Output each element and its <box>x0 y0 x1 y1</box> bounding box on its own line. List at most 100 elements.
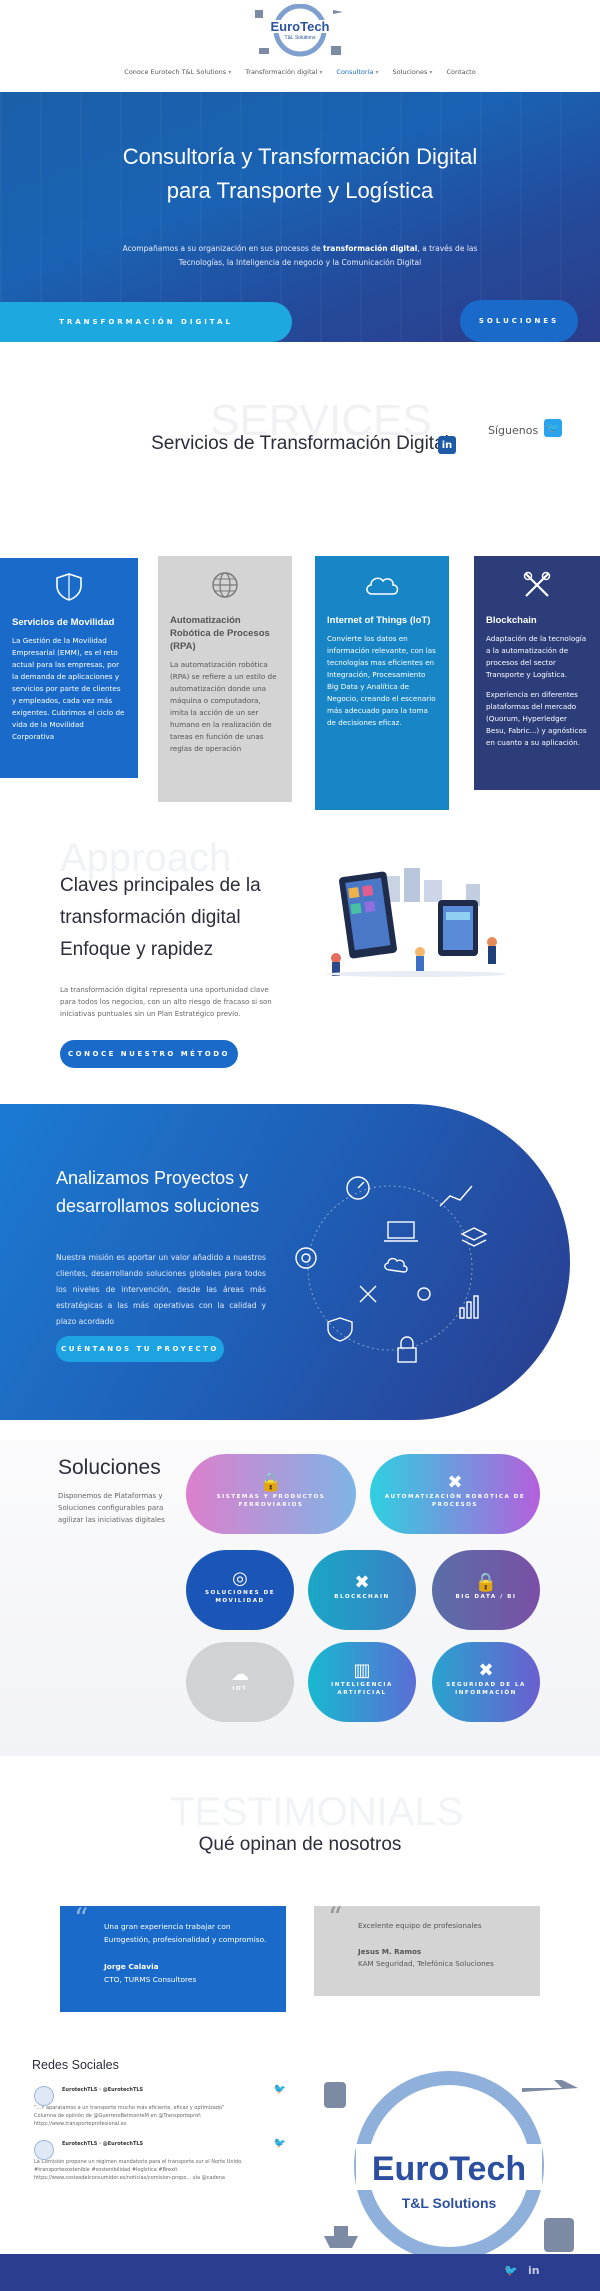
plane-icon <box>333 10 343 14</box>
bus-icon <box>544 2218 574 2252</box>
logo-wordmark: EuroTech <box>372 2150 526 2188</box>
tweet-extra: Columna de opinión de @GuerreroBelmonteM… <box>34 2113 202 2127</box>
service-card-movilidad[interactable]: Servicios de Movilidad La Gestión de la … <box>0 558 138 778</box>
testimonials-watermark: TESTIMONIALS <box>170 1790 464 1834</box>
network-icon <box>295 1247 317 1269</box>
tweet-item[interactable]: 🐦 EurotechTLS · @EurotechTLS “...Y apara… <box>34 2085 286 2128</box>
tweet-handle: EurotechTLS · @EurotechTLS <box>62 2141 144 2147</box>
card-text: Adaptación de la tecnología a la automat… <box>486 634 587 679</box>
testimonial-role: KAM Seguridad, Telefónica Soluciones <box>358 1959 494 1968</box>
nav-item-consultoria[interactable]: Consultoría ▾ <box>336 68 378 84</box>
logo-wordmark: EuroTech <box>271 19 330 34</box>
card-title: Automatización Robótica de Procesos (RPA… <box>170 615 270 652</box>
solution-label: SEGURIDAD DE LA INFORMACIÓN <box>446 1682 526 1696</box>
nav-item-contacto[interactable]: Contacto <box>446 68 475 84</box>
solution-inteligencia-artificial[interactable]: ▥ INTELIGENCIA ARTIFICIAL <box>308 1642 416 1722</box>
testimonial-card: “ Una gran experiencia trabajar con Euro… <box>60 1902 286 2012</box>
tools-icon <box>523 571 551 597</box>
solution-label: SISTEMAS Y PRODUCTOS FERROVIARIOS <box>216 1494 326 1508</box>
testimonial-role: CTO, TURMS Consultores <box>104 1975 197 1984</box>
network-icon: ◎ <box>232 1568 248 1589</box>
testimonial-quote: Una gran experiencia trabajar con Euroge… <box>104 1922 267 1944</box>
shield-icon <box>327 1317 353 1342</box>
tweet-extra: #transportesostenible #sostenibilidad #l… <box>34 2167 225 2181</box>
nav-item-soluciones[interactable]: Soluciones ▾ <box>392 68 432 84</box>
train-icon <box>255 10 263 18</box>
service-card-blockchain[interactable]: Blockchain Adaptación de la tecnología a… <box>474 556 600 790</box>
testimonials-title: Qué opinan de nosotros <box>198 1834 402 1855</box>
twitter-icon[interactable]: 🐦 <box>544 419 562 437</box>
solution-movilidad[interactable]: ◎ SOLUCIONES DE MOVILIDAD <box>186 1550 294 1630</box>
linkedin-icon[interactable]: in <box>528 2264 540 2277</box>
solution-sistemas-ferroviarios[interactable]: 🔒 SISTEMAS Y PRODUCTOS FERROVIARIOS <box>186 1454 356 1534</box>
digital-transformation-illustration <box>326 868 506 977</box>
bus-icon <box>331 46 341 55</box>
hero-title: Consultoría y Transformación Digital par… <box>122 144 478 203</box>
cuentanos-proyecto-button[interactable]: CUÉNTANOS TU PROYECTO <box>56 1336 224 1362</box>
train-icon <box>324 2082 346 2108</box>
avatar <box>34 2086 54 2106</box>
nav-label: Soluciones <box>392 68 428 76</box>
solution-blockchain[interactable]: ✖ BLOCKCHAIN <box>308 1550 416 1630</box>
card-text: Convierte los datos en información relev… <box>327 634 436 727</box>
quote-icon: “ <box>328 1901 343 1934</box>
solution-label: BLOCKCHAIN <box>334 1594 390 1600</box>
solution-iot[interactable]: ☁ IOT <box>186 1642 294 1722</box>
solutions-text: Disponemos de Plataformas y Soluciones c… <box>58 1492 165 1524</box>
chevron-down-icon: ▾ <box>319 69 323 76</box>
tweet-item[interactable]: 🐦 EurotechTLS · @EurotechTLS La Comisión… <box>34 2138 286 2182</box>
card-text: La automatización robótica (RPA) se refi… <box>170 660 277 753</box>
solution-label: BIG DATA / BI <box>455 1594 517 1600</box>
cloud-icon <box>384 1257 408 1273</box>
layers-icon <box>460 1227 488 1247</box>
tweet-text: “...Y aparatamos a un transporte mucho m… <box>34 2105 225 2111</box>
solution-big-data[interactable]: 🔒 BIG DATA / BI <box>432 1550 540 1630</box>
cloud-icon: ☁ <box>231 1664 249 1685</box>
solution-label: SOLUCIONES DE MOVILIDAD <box>204 1590 276 1604</box>
hero-text: Acompañamos a su organización en sus pro… <box>110 242 490 270</box>
approach-title: Claves principales de la transformación … <box>60 875 261 960</box>
nav-item-transformacion[interactable]: Transformación digital ▾ <box>245 68 322 84</box>
approach-text: La transformación digital representa una… <box>60 986 272 1018</box>
twitter-icon[interactable]: 🐦 <box>504 2264 518 2277</box>
card-title: Blockchain <box>486 615 537 626</box>
service-card-rpa[interactable]: Automatización Robótica de Procesos (RPA… <box>158 556 292 802</box>
chevron-down-icon: ▾ <box>429 69 433 76</box>
solution-seguridad-informacion[interactable]: ✖ SEGURIDAD DE LA INFORMACIÓN <box>432 1642 540 1722</box>
brand-logo-large: EuroTech T&L Solutions <box>324 2071 578 2261</box>
shield-icon <box>56 573 82 601</box>
soluciones-button[interactable]: SOLUCIONES <box>460 300 578 342</box>
analysis-title: Analizamos Proyectos y desarrollamos sol… <box>56 1168 260 1216</box>
technology-circle-diagram <box>295 1176 488 1363</box>
linkedin-icon[interactable]: in <box>438 436 456 454</box>
testimonial-author: Jorge Calavia <box>104 1962 159 1971</box>
card-title: Internet of Things (IoT) <box>327 615 431 626</box>
brand-logo[interactable]: EuroTech T&L Solutions <box>255 4 345 60</box>
service-card-iot[interactable]: Internet of Things (IoT) Convierte los d… <box>315 556 449 810</box>
chevron-down-icon: ▾ <box>375 69 379 76</box>
hero-text-part: Acompañamos a su organización en sus pro… <box>122 244 323 253</box>
conoce-metodo-button[interactable]: CONOCE NUESTRO MÉTODO <box>60 1040 238 1068</box>
cloud-icon <box>366 577 399 595</box>
plane-icon <box>522 2080 578 2092</box>
tweet-handle: EurotechTLS · @EurotechTLS <box>62 2087 144 2093</box>
transformacion-digital-button[interactable]: TRANSFORMACIÓN DIGITAL <box>0 302 292 342</box>
lock-icon: 🔒 <box>474 1572 498 1593</box>
tools-icon: ✖ <box>447 1472 463 1493</box>
nav-label: Conoce Eurotech T&L Solutions <box>124 68 227 76</box>
ship-icon <box>259 48 269 54</box>
solution-label: IOT <box>232 1686 248 1692</box>
card-text: La Gestión de la Movilidad Empresarial (… <box>12 636 125 741</box>
nav-item-conoce[interactable]: Conoce Eurotech T&L Solutions ▾ <box>124 68 231 84</box>
solution-automatizacion-robotica[interactable]: ✖ AUTOMATIZACIÓN ROBÓTICA DE PROCESOS <box>370 1454 540 1534</box>
lock-icon <box>397 1347 417 1363</box>
gear-icon <box>417 1287 431 1301</box>
quote-icon: “ <box>74 1902 89 1935</box>
hero-text-bold: transformación digital <box>322 244 418 253</box>
trend-icon <box>439 1185 473 1207</box>
twitter-icon: 🐦 <box>273 2138 286 2149</box>
testimonial-card: “ Excelente equipo de profesionales Jesu… <box>314 1901 540 1996</box>
logo-tagline: T&L Solutions <box>285 35 316 41</box>
bar-chart-icon <box>459 1307 465 1319</box>
lock-icon: 🔒 <box>259 1472 283 1493</box>
